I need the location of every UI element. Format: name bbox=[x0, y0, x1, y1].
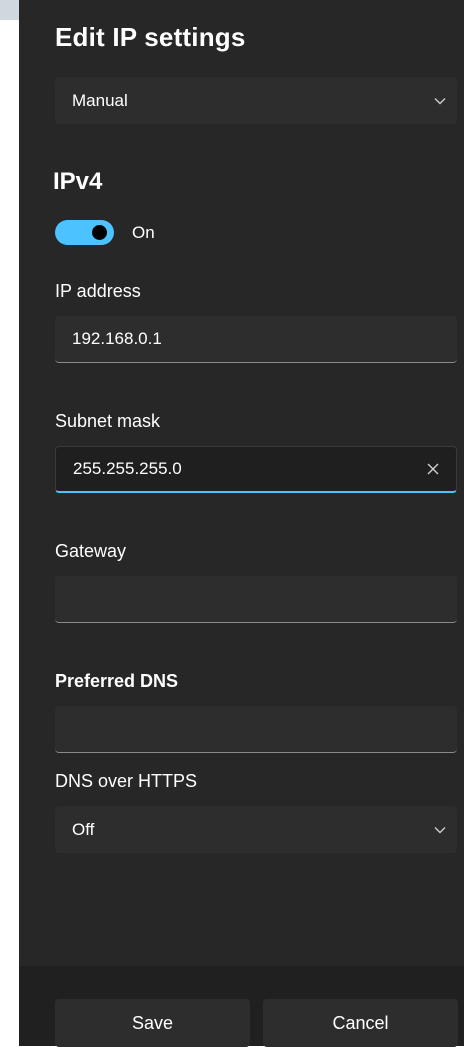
gateway-label: Gateway bbox=[55, 541, 127, 561]
chevron-down-icon bbox=[423, 91, 457, 111]
close-icon[interactable] bbox=[416, 452, 450, 486]
ip-assignment-select[interactable]: Manual bbox=[55, 77, 457, 124]
ipv4-heading: IPv4 bbox=[53, 168, 103, 195]
ip-address-value: 192.168.0.1 bbox=[72, 329, 162, 348]
subnet-mask-value: 255.255.255.0 bbox=[73, 459, 182, 478]
cancel-button[interactable]: Cancel bbox=[263, 999, 458, 1047]
ip-assignment-value: Manual bbox=[72, 90, 128, 110]
save-button[interactable]: Save bbox=[55, 999, 250, 1047]
gateway-field[interactable] bbox=[55, 576, 457, 623]
ip-address-field[interactable]: 192.168.0.1 bbox=[55, 316, 457, 363]
background-window bbox=[0, 0, 19, 1046]
chevron-down-icon bbox=[423, 820, 457, 840]
dialog-title: Edit IP settings bbox=[55, 22, 246, 52]
ipv4-toggle[interactable] bbox=[55, 220, 114, 245]
preferred-dns-field[interactable] bbox=[55, 706, 457, 753]
dns-over-https-value: Off bbox=[72, 819, 95, 839]
dns-over-https-label: DNS over HTTPS bbox=[55, 771, 198, 791]
ip-address-label: IP address bbox=[55, 281, 141, 301]
background-window-titlebar bbox=[0, 0, 19, 20]
toggle-knob bbox=[92, 225, 107, 240]
preferred-dns-label: Preferred DNS bbox=[55, 671, 179, 691]
subnet-mask-field[interactable]: 255.255.255.0 bbox=[55, 446, 457, 493]
ipv4-toggle-state: On bbox=[132, 223, 155, 242]
dns-over-https-select[interactable]: Off bbox=[55, 806, 457, 853]
subnet-mask-label: Subnet mask bbox=[55, 411, 161, 431]
